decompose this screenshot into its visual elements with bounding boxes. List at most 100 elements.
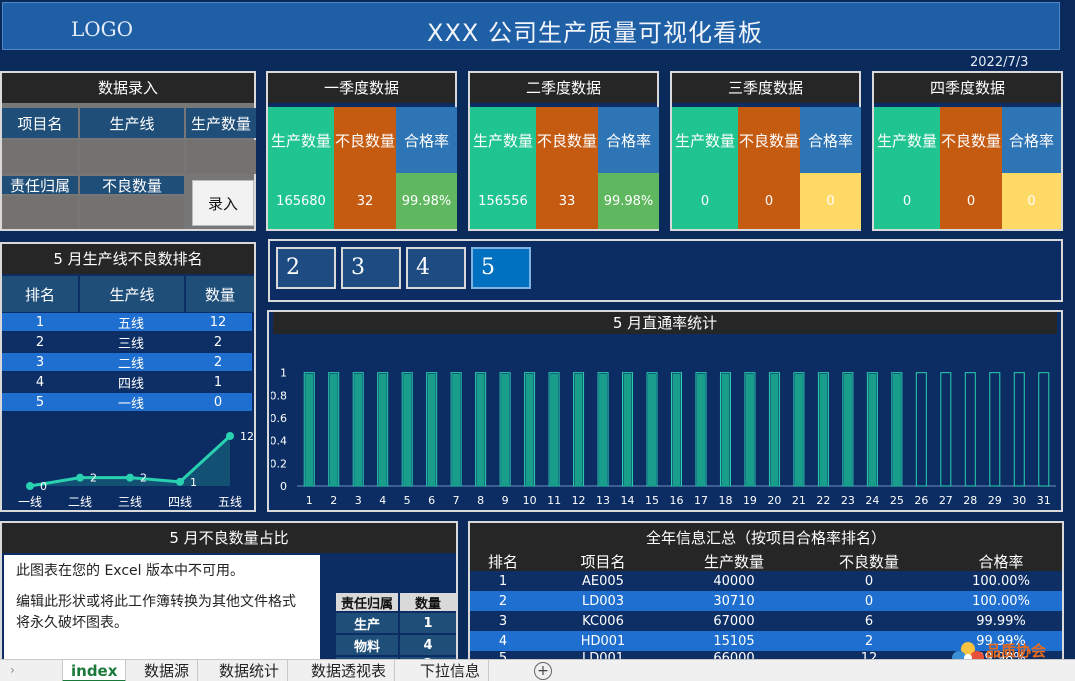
y-tick-label: 0.8 — [271, 389, 287, 402]
bar-target — [915, 372, 927, 487]
quarter-h-produced: 生产数量 — [672, 107, 738, 173]
x-tick-label: 20 — [767, 494, 781, 507]
share-header-qty: 数量 — [400, 593, 456, 612]
add-sheet-icon[interactable]: + — [534, 662, 552, 680]
x-tick-label: 29 — [988, 494, 1002, 507]
data-point — [76, 473, 84, 482]
bar-target — [940, 372, 952, 487]
x-tick-label: 四线 — [168, 495, 192, 509]
page-title: XXX 公司生产质量可视化看板 — [427, 19, 763, 47]
quarter-v-defects: 32 — [334, 173, 396, 229]
bar-actual — [599, 373, 608, 486]
month-button-2[interactable]: 2 — [276, 247, 336, 289]
yh-rate: 合格率 — [978, 552, 1024, 571]
yearly-row: 2 LD003 30710 0 100.00% — [470, 591, 1062, 611]
quarter-v-defects: 0 — [940, 173, 1002, 229]
x-tick-label: 一线 — [18, 495, 42, 509]
tab-data-source[interactable]: 数据源 — [136, 660, 199, 681]
tab-scroll-icon[interactable]: › — [10, 663, 15, 677]
line: 四线 — [117, 376, 144, 392]
logo: LOGO — [71, 17, 134, 41]
bar-target — [1013, 372, 1025, 487]
data-label: 12 — [240, 430, 254, 443]
cell: 100.00% — [972, 593, 1030, 609]
rank: 3 — [35, 354, 45, 370]
quarter-h-defects: 不良数量 — [536, 107, 598, 173]
cell: KC006 — [582, 613, 624, 629]
yearly-title: 全年信息汇总（按项目合格率排名） — [470, 523, 1062, 553]
bar-actual — [672, 373, 681, 486]
qty-input[interactable] — [186, 140, 256, 174]
x-tick-label: 三线 — [118, 495, 142, 509]
cell: 66000 — [713, 651, 755, 659]
cell: 99.99% — [976, 613, 1026, 629]
pass-rate-panel: 5 月直通率统计 0 0.2 0.4 0.6 0.8 1 1 2 3 4 5 6 7 8 9 10 11 12 13… — [267, 310, 1063, 512]
cell: 3 — [498, 613, 508, 629]
share-row-value: 4 — [400, 635, 456, 655]
data-point — [26, 482, 34, 490]
bar-actual — [501, 373, 510, 486]
data-label: 1 — [190, 476, 197, 489]
month-button-4[interactable]: 4 — [406, 247, 466, 289]
data-label: 2 — [140, 472, 147, 485]
line: 五线 — [117, 316, 144, 332]
bar-actual — [868, 373, 877, 486]
month-button-3[interactable]: 3 — [341, 247, 401, 289]
x-tick-label: 23 — [841, 494, 855, 507]
y-tick-label: 0.2 — [271, 457, 287, 470]
entry-label-owner: 责任归属 — [2, 176, 78, 195]
x-tick-label: 1 — [306, 494, 313, 507]
data-label: 2 — [90, 472, 97, 485]
cell: 40000 — [713, 573, 755, 589]
submit-button[interactable]: 录入 — [192, 180, 254, 226]
defect-input[interactable] — [80, 196, 184, 229]
x-tick-label: 12 — [572, 494, 586, 507]
x-tick-label: 五线 — [218, 495, 242, 509]
x-tick-label: 26 — [914, 494, 928, 507]
x-tick-label: 9 — [502, 494, 509, 507]
yh-produced: 生产数量 — [703, 552, 764, 571]
cell: 12 — [860, 651, 878, 659]
x-tick-label: 10 — [523, 494, 537, 507]
ranking-header-qty: 数量 — [186, 276, 254, 312]
ranking-row: 4 四线 1 — [2, 373, 252, 392]
ranking-row: 1 五线 12 — [2, 313, 252, 332]
bar-actual — [721, 373, 730, 486]
x-tick-label: 6 — [428, 494, 435, 507]
rank: 4 — [35, 374, 45, 390]
cell: 30710 — [713, 593, 755, 609]
quarter-title: 一季度数据 — [268, 73, 455, 103]
quarter-title: 二季度数据 — [470, 73, 657, 103]
rank: 5 — [35, 394, 45, 410]
entry-label-defect: 不良数量 — [80, 176, 184, 195]
x-tick-label: 25 — [890, 494, 904, 507]
pass-rate-title: 5 月直通率统计 — [273, 312, 1057, 334]
quarter-v-rate: 99.98% — [396, 173, 457, 229]
watermark-text: 品质协会 — [986, 642, 1047, 660]
project-input[interactable] — [2, 140, 78, 174]
owner-input[interactable] — [2, 196, 78, 229]
x-tick-label: 19 — [743, 494, 757, 507]
bar-actual — [305, 373, 314, 486]
quarter-title: 四季度数据 — [874, 73, 1061, 103]
tab-index[interactable]: index — [62, 660, 127, 681]
cell: LD001 — [581, 651, 625, 659]
cell: 15105 — [713, 633, 755, 649]
line-input[interactable] — [80, 140, 184, 174]
entry-header-project: 项目名 — [2, 108, 78, 138]
quarter-h-rate: 合格率 — [1002, 107, 1061, 173]
defect-share-title: 5 月不良数量占比 — [2, 523, 456, 553]
line: 二线 — [117, 356, 144, 372]
tab-pivot[interactable]: 数据透视表 — [303, 660, 396, 681]
month-button-5[interactable]: 5 — [471, 247, 531, 289]
tab-statistics[interactable]: 数据统计 — [211, 660, 289, 681]
rank: 1 — [35, 314, 45, 330]
x-tick-label: 15 — [645, 494, 659, 507]
quarter-v-rate: 99.98% — [598, 173, 659, 229]
bar-actual — [574, 373, 583, 486]
bar-actual — [843, 373, 852, 486]
sheet-tab-bar: › index 数据源 数据统计 数据透视表 下拉信息 + — [0, 659, 1075, 681]
x-tick-label: 8 — [477, 494, 484, 507]
tab-dropdown-info[interactable]: 下拉信息 — [412, 660, 490, 681]
x-tick-label: 二线 — [68, 495, 92, 509]
